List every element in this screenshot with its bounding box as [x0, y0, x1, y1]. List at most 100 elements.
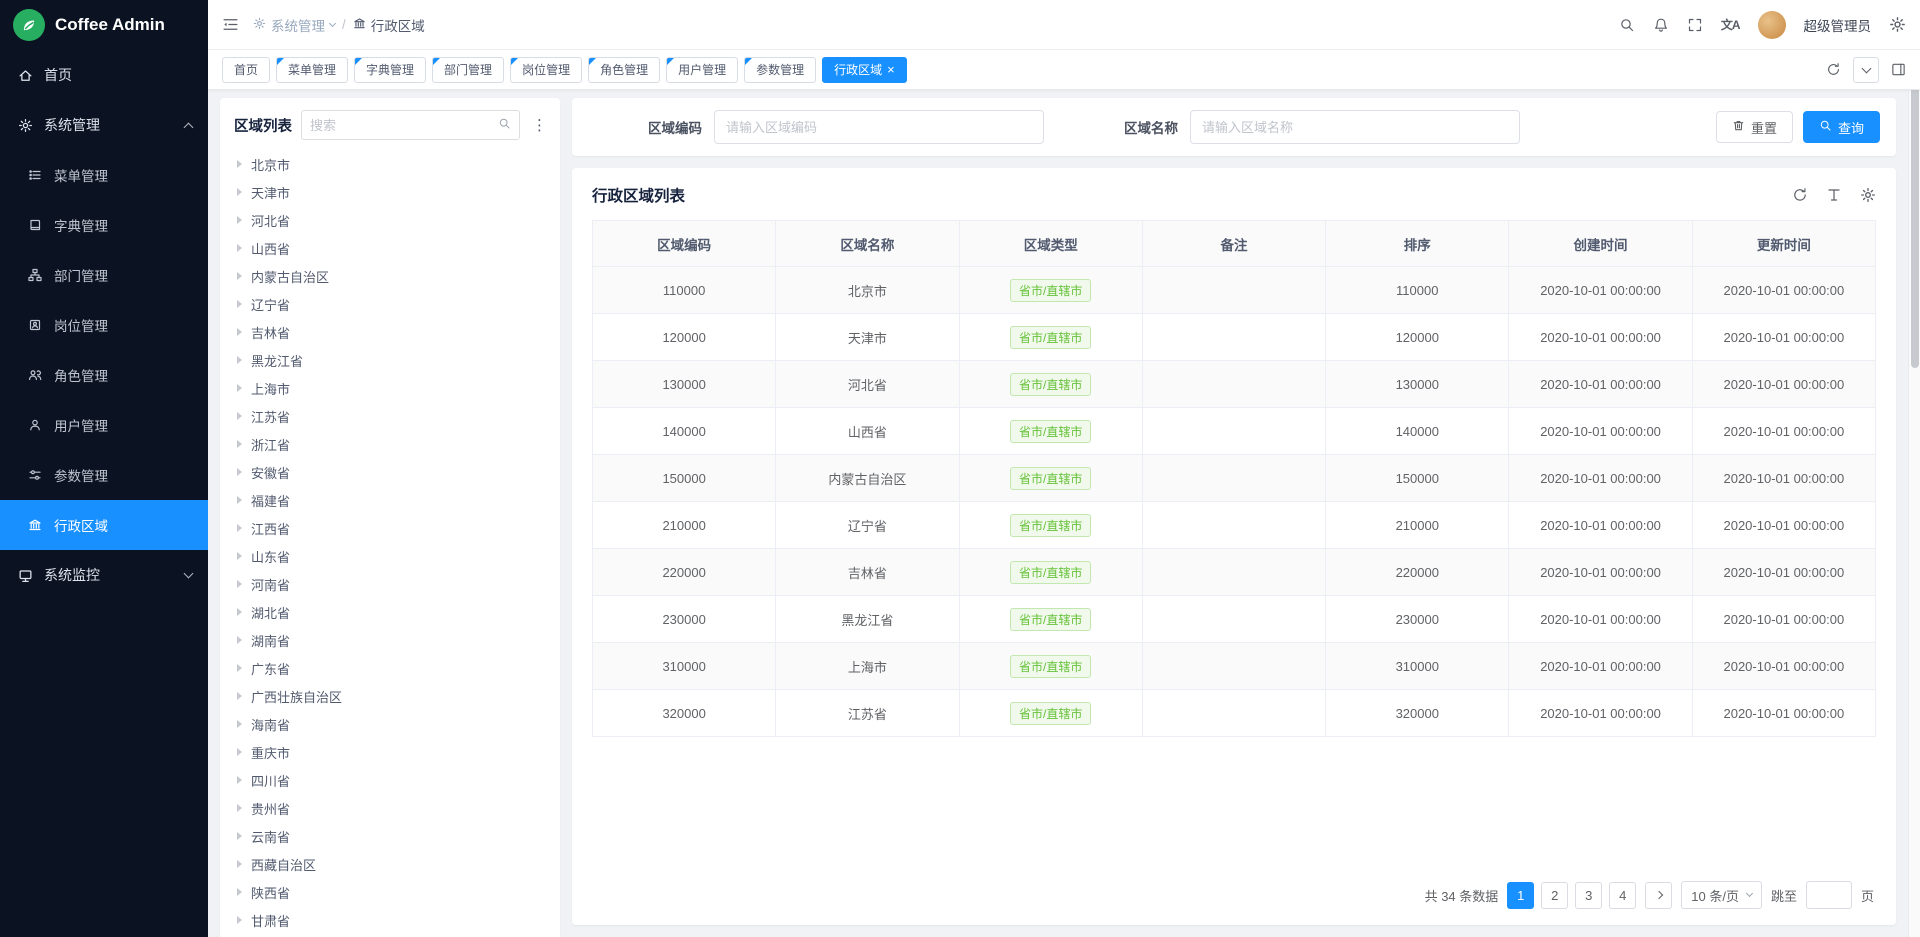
tree-item[interactable]: 辽宁省 — [220, 290, 560, 318]
expand-arrow-icon[interactable] — [237, 160, 242, 168]
expand-arrow-icon[interactable] — [237, 580, 242, 588]
page-button[interactable]: 2 — [1541, 882, 1568, 909]
tree-item[interactable]: 江西省 — [220, 514, 560, 542]
reset-button[interactable]: 重置 — [1716, 111, 1793, 143]
refresh-icon[interactable] — [1826, 62, 1841, 77]
page-button[interactable]: 4 — [1609, 882, 1636, 909]
expand-arrow-icon[interactable] — [237, 692, 242, 700]
tab-close-icon[interactable]: × — [887, 63, 895, 76]
jump-page-input[interactable] — [1806, 881, 1852, 909]
username[interactable]: 超级管理员 — [1804, 15, 1872, 35]
scrollbar-thumb[interactable] — [1911, 68, 1919, 368]
expand-arrow-icon[interactable] — [237, 300, 242, 308]
expand-arrow-icon[interactable] — [237, 860, 242, 868]
sidebar-item-system-monitor[interactable]: 系统监控 — [0, 550, 208, 600]
query-button[interactable]: 查询 — [1803, 111, 1880, 143]
row-height-icon[interactable] — [1826, 187, 1842, 203]
sidebar-item-dict-management[interactable]: 字典管理 — [0, 200, 208, 250]
expand-arrow-icon[interactable] — [237, 188, 242, 196]
tree-item[interactable]: 山东省 — [220, 542, 560, 570]
expand-arrow-icon[interactable] — [237, 748, 242, 756]
expand-arrow-icon[interactable] — [237, 916, 242, 924]
refresh-icon[interactable] — [1792, 187, 1808, 203]
expand-arrow-icon[interactable] — [237, 272, 242, 280]
expand-arrow-icon[interactable] — [237, 888, 242, 896]
tree-item[interactable]: 广东省 — [220, 654, 560, 682]
avatar[interactable] — [1758, 11, 1786, 39]
collapse-sidebar-icon[interactable] — [222, 16, 239, 33]
tree-search-input[interactable] — [310, 118, 498, 133]
tab[interactable]: 角色管理 × — [588, 57, 660, 83]
tree-item[interactable]: 黑龙江省 — [220, 346, 560, 374]
page-size-select[interactable]: 10 条/页 — [1681, 881, 1762, 909]
region-name-input[interactable] — [1190, 110, 1520, 144]
column-settings-gear-icon[interactable] — [1860, 187, 1876, 203]
expand-arrow-icon[interactable] — [237, 720, 242, 728]
expand-arrow-icon[interactable] — [237, 524, 242, 532]
expand-arrow-icon[interactable] — [237, 636, 242, 644]
sidebar-item-system-management[interactable]: 系统管理 — [0, 100, 208, 150]
tab[interactable]: 部门管理 × — [432, 57, 504, 83]
sidebar-item-post-management[interactable]: 岗位管理 — [0, 300, 208, 350]
region-code-input[interactable] — [714, 110, 1044, 144]
tree-item[interactable]: 四川省 — [220, 766, 560, 794]
tab[interactable]: 首页 × — [222, 57, 270, 83]
expand-arrow-icon[interactable] — [237, 804, 242, 812]
breadcrumb-item-system[interactable]: 系统管理 — [253, 15, 335, 35]
tab[interactable]: 菜单管理 × — [276, 57, 348, 83]
tree-item[interactable]: 湖北省 — [220, 598, 560, 626]
expand-arrow-icon[interactable] — [237, 468, 242, 476]
sidebar-item-user-management[interactable]: 用户管理 — [0, 400, 208, 450]
sidebar-item-dept-management[interactable]: 部门管理 — [0, 250, 208, 300]
tab[interactable]: 字典管理 × — [354, 57, 426, 83]
sidebar-item-param-management[interactable]: 参数管理 — [0, 450, 208, 500]
tree-item[interactable]: 甘肃省 — [220, 906, 560, 934]
tab-options-dropdown[interactable] — [1853, 57, 1879, 83]
sidebar-item-region[interactable]: 行政区域 — [0, 500, 208, 550]
tree-item[interactable]: 吉林省 — [220, 318, 560, 346]
tree-item[interactable]: 天津市 — [220, 178, 560, 206]
page-button[interactable]: 3 — [1575, 882, 1602, 909]
tree-item[interactable]: 福建省 — [220, 486, 560, 514]
next-page-button[interactable] — [1645, 882, 1672, 909]
tree-item[interactable]: 山西省 — [220, 234, 560, 262]
tree-item[interactable]: 海南省 — [220, 710, 560, 738]
tree-item[interactable]: 河南省 — [220, 570, 560, 598]
expand-arrow-icon[interactable] — [237, 244, 242, 252]
search-icon[interactable] — [1619, 17, 1635, 33]
tab[interactable]: 行政区域 × — [822, 57, 907, 83]
expand-arrow-icon[interactable] — [237, 412, 242, 420]
tree-item[interactable]: 江苏省 — [220, 402, 560, 430]
expand-arrow-icon[interactable] — [237, 608, 242, 616]
expand-arrow-icon[interactable] — [237, 356, 242, 364]
fullscreen-icon[interactable] — [1687, 17, 1703, 33]
layout-panel-icon[interactable] — [1891, 62, 1906, 77]
translate-icon[interactable]: 文A — [1721, 16, 1740, 33]
bell-icon[interactable] — [1653, 17, 1669, 33]
scrollbar[interactable] — [1908, 50, 1920, 937]
expand-arrow-icon[interactable] — [237, 664, 242, 672]
tree-item[interactable]: 安徽省 — [220, 458, 560, 486]
sidebar-item-menu-management[interactable]: 菜单管理 — [0, 150, 208, 200]
sidebar-item-role-management[interactable]: 角色管理 — [0, 350, 208, 400]
tree-item[interactable]: 湖南省 — [220, 626, 560, 654]
tree-item[interactable]: 上海市 — [220, 374, 560, 402]
tree-item[interactable]: 河北省 — [220, 206, 560, 234]
tree-item[interactable]: 浙江省 — [220, 430, 560, 458]
tab[interactable]: 用户管理 × — [666, 57, 738, 83]
tree-item[interactable]: 北京市 — [220, 150, 560, 178]
expand-arrow-icon[interactable] — [237, 216, 242, 224]
tab[interactable]: 岗位管理 × — [510, 57, 582, 83]
tree-item[interactable]: 内蒙古自治区 — [220, 262, 560, 290]
page-button[interactable]: 1 — [1507, 882, 1534, 909]
expand-arrow-icon[interactable] — [237, 776, 242, 784]
settings-gear-icon[interactable] — [1889, 16, 1906, 33]
expand-arrow-icon[interactable] — [237, 832, 242, 840]
tree-item[interactable]: 云南省 — [220, 822, 560, 850]
expand-arrow-icon[interactable] — [237, 496, 242, 504]
tree-item[interactable]: 贵州省 — [220, 794, 560, 822]
expand-arrow-icon[interactable] — [237, 328, 242, 336]
search-icon[interactable] — [498, 117, 511, 133]
tree-item[interactable]: 重庆市 — [220, 738, 560, 766]
expand-arrow-icon[interactable] — [237, 440, 242, 448]
